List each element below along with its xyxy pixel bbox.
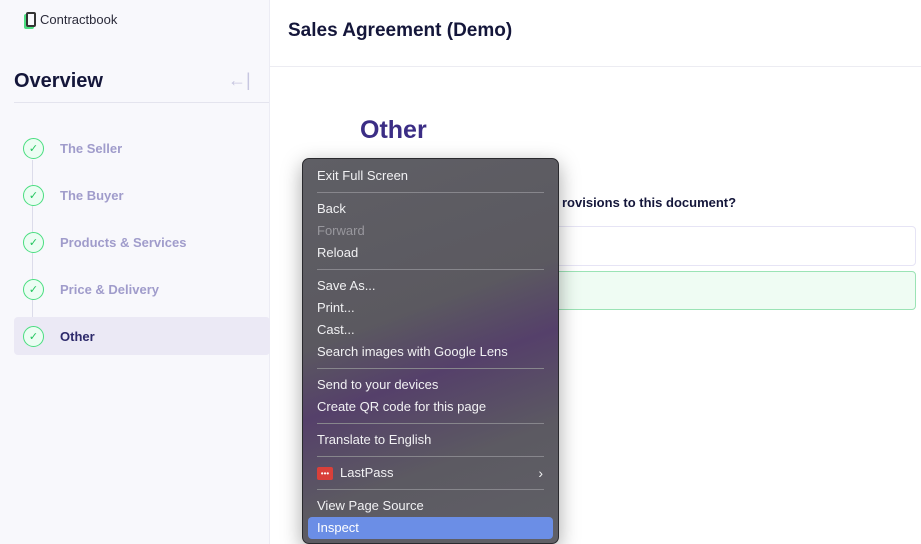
check-circle-icon: ✓ [23, 278, 44, 300]
step-products-services[interactable]: ✓ Products & Services [14, 223, 270, 261]
menu-forward: Forward [317, 223, 365, 238]
header: Sales Agreement (Demo) [270, 0, 921, 67]
divider [14, 102, 269, 103]
menu-create-qr[interactable]: Create QR code for this page [308, 396, 553, 418]
step-label: Products & Services [60, 234, 187, 250]
logo[interactable]: Contractbook [26, 12, 117, 27]
step-the-seller[interactable]: ✓ The Seller [14, 129, 270, 167]
overview-title: Overview [14, 70, 103, 92]
menu-inspect[interactable]: Inspect [308, 517, 553, 539]
menu-separator [308, 187, 553, 198]
contractbook-logo-icon [26, 12, 36, 27]
step-the-buyer[interactable]: ✓ The Buyer [14, 176, 270, 214]
step-other[interactable]: ✓ Other [14, 317, 270, 355]
menu-cast[interactable]: Cast... [308, 319, 553, 341]
chevron-right-icon: › [538, 465, 543, 481]
menu-separator [308, 451, 553, 462]
menu-exit-full-screen[interactable]: Exit Full Screen [308, 165, 553, 187]
document-title: Sales Agreement (Demo) [288, 20, 513, 41]
check-circle-icon: ✓ [23, 184, 44, 206]
step-label: Other [60, 328, 95, 344]
question-label: rovisions to this document? [562, 195, 737, 210]
menu-separator [308, 363, 553, 374]
menu-separator [308, 418, 553, 429]
check-circle-icon: ✓ [23, 137, 44, 159]
check-circle-icon: ✓ [23, 325, 44, 347]
menu-translate[interactable]: Translate to English [308, 429, 553, 451]
sidebar: Contractbook Overview ←| ✓ The Seller ✓ Th… [0, 0, 270, 544]
menu-reload[interactable]: Reload [308, 242, 553, 264]
menu-separator [308, 484, 553, 495]
lastpass-icon: ••• [317, 466, 333, 480]
menu-google-lens[interactable]: Search images with Google Lens [308, 341, 553, 363]
section-title: Other [360, 116, 427, 144]
menu-view-source[interactable]: View Page Source [308, 495, 553, 517]
collapse-sidebar-icon[interactable]: ←| [228, 70, 251, 91]
context-menu: Exit Full Screen Back Forward Reload Sav… [302, 158, 559, 544]
step-label: The Buyer [60, 187, 124, 203]
logo-text: Contractbook [40, 12, 118, 27]
menu-back[interactable]: Back [308, 198, 553, 220]
step-label: Price & Delivery [60, 281, 160, 297]
menu-separator [308, 264, 553, 275]
step-label: The Seller [60, 140, 123, 156]
menu-lastpass-label: LastPass [340, 465, 394, 480]
menu-send-to-devices[interactable]: Send to your devices [308, 374, 553, 396]
menu-lastpass[interactable]: ••• LastPass › [308, 462, 553, 484]
menu-save-as[interactable]: Save As... [308, 275, 553, 297]
step-price-delivery[interactable]: ✓ Price & Delivery [14, 270, 270, 308]
menu-print[interactable]: Print... [308, 297, 553, 319]
check-circle-icon: ✓ [23, 231, 44, 253]
